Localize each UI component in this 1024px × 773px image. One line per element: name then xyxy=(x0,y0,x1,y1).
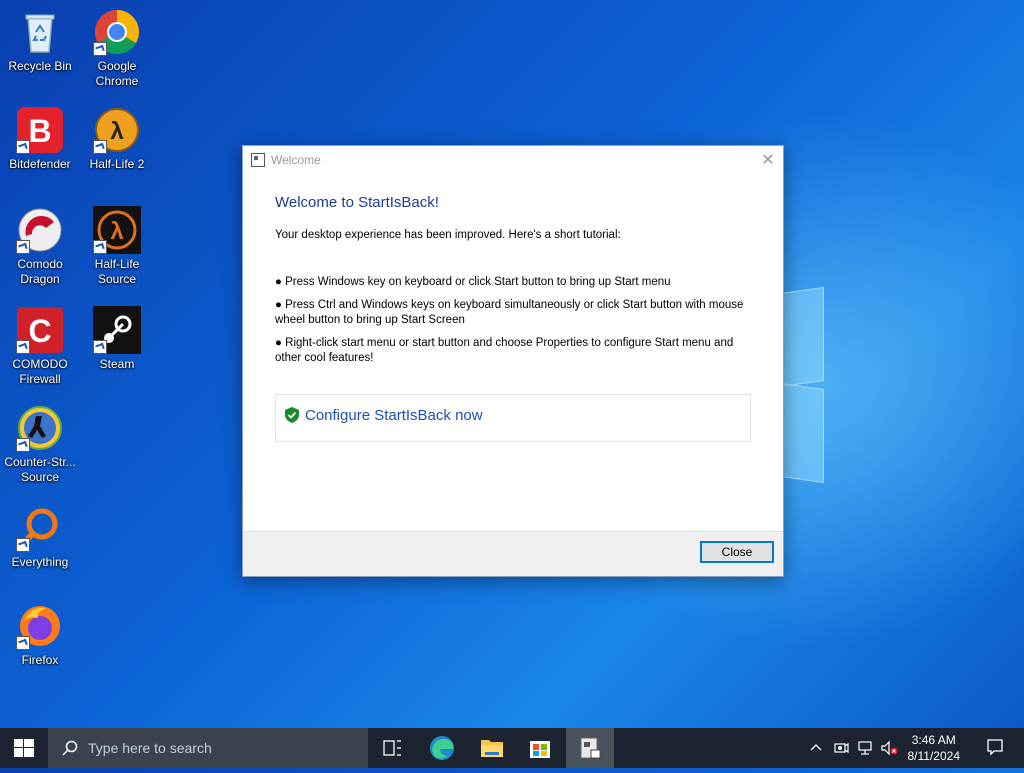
configure-link-box[interactable]: Configure StartIsBack now xyxy=(275,394,751,442)
desktop-icon-comodo-firewall[interactable]: C COMODO Firewall xyxy=(0,306,80,387)
shortcut-arrow-icon xyxy=(16,438,30,452)
task-view-icon xyxy=(383,740,401,756)
shield-check-icon xyxy=(285,407,299,423)
desktop-icon-everything[interactable]: Everything xyxy=(0,504,80,570)
meet-now-icon[interactable] xyxy=(833,740,849,756)
tutorial-item: ● Press Ctrl and Windows keys on keyboar… xyxy=(275,299,744,326)
windows-start-icon xyxy=(14,739,34,757)
clock-date: 8/11/2024 xyxy=(907,749,961,763)
dialog-title: Welcome xyxy=(271,153,321,167)
desktop-icon-google-chrome[interactable]: Google Chrome xyxy=(77,8,157,89)
taskbar-startisback-window[interactable] xyxy=(566,728,614,768)
shortcut-arrow-icon xyxy=(93,240,107,254)
dialog-intro: Your desktop experience has been improve… xyxy=(275,229,621,241)
wallpaper-windows-logo xyxy=(780,286,824,484)
bitdefender-icon: B xyxy=(16,106,64,154)
taskbar-edge[interactable] xyxy=(418,728,466,768)
edge-icon xyxy=(430,736,454,760)
shortcut-arrow-icon xyxy=(16,240,30,254)
tutorial-list: ● Press Windows key on keyboard or click… xyxy=(275,275,751,366)
search-placeholder: Type here to search xyxy=(88,740,212,756)
chevron-up-icon[interactable] xyxy=(808,740,824,756)
tutorial-item: ● Press Windows key on keyboard or click… xyxy=(275,276,671,288)
store-icon xyxy=(530,741,550,758)
shortcut-arrow-icon xyxy=(93,42,107,56)
desktop-icon-steam[interactable]: Steam xyxy=(77,306,157,372)
comodo-dragon-icon xyxy=(16,206,64,254)
shortcut-arrow-icon xyxy=(16,636,30,650)
desktop-icon-label: Recycle Bin xyxy=(8,59,72,73)
app-window-icon xyxy=(251,153,265,167)
shortcut-arrow-icon xyxy=(16,140,30,154)
desktop-icon-label: Everything xyxy=(11,555,69,569)
shortcut-arrow-icon xyxy=(93,140,107,154)
steam-icon xyxy=(93,306,141,354)
search-icon xyxy=(62,740,78,756)
startisback-app-icon xyxy=(580,737,601,759)
close-button[interactable]: Close xyxy=(700,541,774,563)
dialog-footer: Close xyxy=(243,531,783,576)
tutorial-item: ● Right-click start menu or start button… xyxy=(275,337,734,364)
firefox-icon xyxy=(16,602,64,650)
svg-text:B: B xyxy=(28,113,51,149)
clock-time: 3:46 AM xyxy=(911,733,956,747)
desktop-icon-counter-strike-source[interactable]: Counter-Str... Source xyxy=(0,404,80,485)
desktop-icon-label: Half-Life 2 xyxy=(89,157,145,171)
desktop-icon-label: Steam xyxy=(99,357,135,371)
half-life-source-icon: λ xyxy=(93,206,141,254)
svg-text:λ: λ xyxy=(110,218,123,245)
desktop-icon-label: Comodo Dragon xyxy=(17,257,63,286)
desktop-icon-comodo-dragon[interactable]: Comodo Dragon xyxy=(0,206,80,287)
shortcut-arrow-icon xyxy=(16,538,30,552)
system-tray xyxy=(806,728,906,768)
network-icon[interactable] xyxy=(857,740,873,756)
configure-link[interactable]: Configure StartIsBack now xyxy=(305,407,483,424)
close-icon[interactable]: ✕ xyxy=(761,150,775,169)
welcome-dialog: Welcome ✕ Welcome to StartIsBack! Your d… xyxy=(242,145,784,577)
shortcut-arrow-icon xyxy=(93,340,107,354)
desktop-icon-half-life-source[interactable]: λ Half-Life Source xyxy=(77,206,157,287)
notification-center-icon[interactable] xyxy=(986,738,1004,756)
half-life-2-icon: λ xyxy=(93,106,141,154)
desktop-icon-bitdefender[interactable]: B Bitdefender xyxy=(0,106,80,172)
desktop-icon-half-life-2[interactable]: λ Half-Life 2 xyxy=(77,106,157,172)
taskbar-search-box[interactable]: Type here to search xyxy=(48,728,368,768)
comodo-firewall-icon: C xyxy=(16,306,64,354)
volume-muted-icon[interactable] xyxy=(880,740,898,756)
taskbar-file-explorer[interactable] xyxy=(468,728,516,768)
svg-text:λ: λ xyxy=(110,118,123,145)
desktop-icon-label: Firefox xyxy=(21,653,59,667)
taskbar-store[interactable] xyxy=(516,728,564,768)
task-view-button[interactable] xyxy=(368,728,416,768)
desktop-icon-label: Google Chrome xyxy=(95,59,139,88)
chrome-icon xyxy=(93,8,141,56)
everything-search-icon xyxy=(16,504,64,552)
start-button[interactable] xyxy=(0,728,48,768)
desktop-icon-firefox[interactable]: Firefox xyxy=(0,602,80,668)
recycle-bin-icon xyxy=(16,8,64,56)
desktop-icon-label: Bitdefender xyxy=(9,157,71,171)
desktop-icon-label: Counter-Str... Source xyxy=(4,455,76,484)
taskbar-clock[interactable]: 3:46 AM 8/11/2024 xyxy=(908,732,961,764)
desktop-icon-label: Half-Life Source xyxy=(94,257,140,286)
shortcut-arrow-icon xyxy=(16,340,30,354)
folder-icon xyxy=(481,740,503,757)
taskbar: Type here to search 3:46 AM 8/11/2024 xyxy=(0,728,1024,768)
desktop-icon-recycle-bin[interactable]: Recycle Bin xyxy=(0,8,80,74)
dialog-titlebar[interactable]: Welcome ✕ xyxy=(243,146,783,174)
desktop-icon-label: COMODO Firewall xyxy=(12,357,68,386)
svg-text:C: C xyxy=(28,313,51,349)
dialog-heading: Welcome to StartIsBack! xyxy=(275,194,439,211)
counter-strike-icon xyxy=(16,404,64,452)
